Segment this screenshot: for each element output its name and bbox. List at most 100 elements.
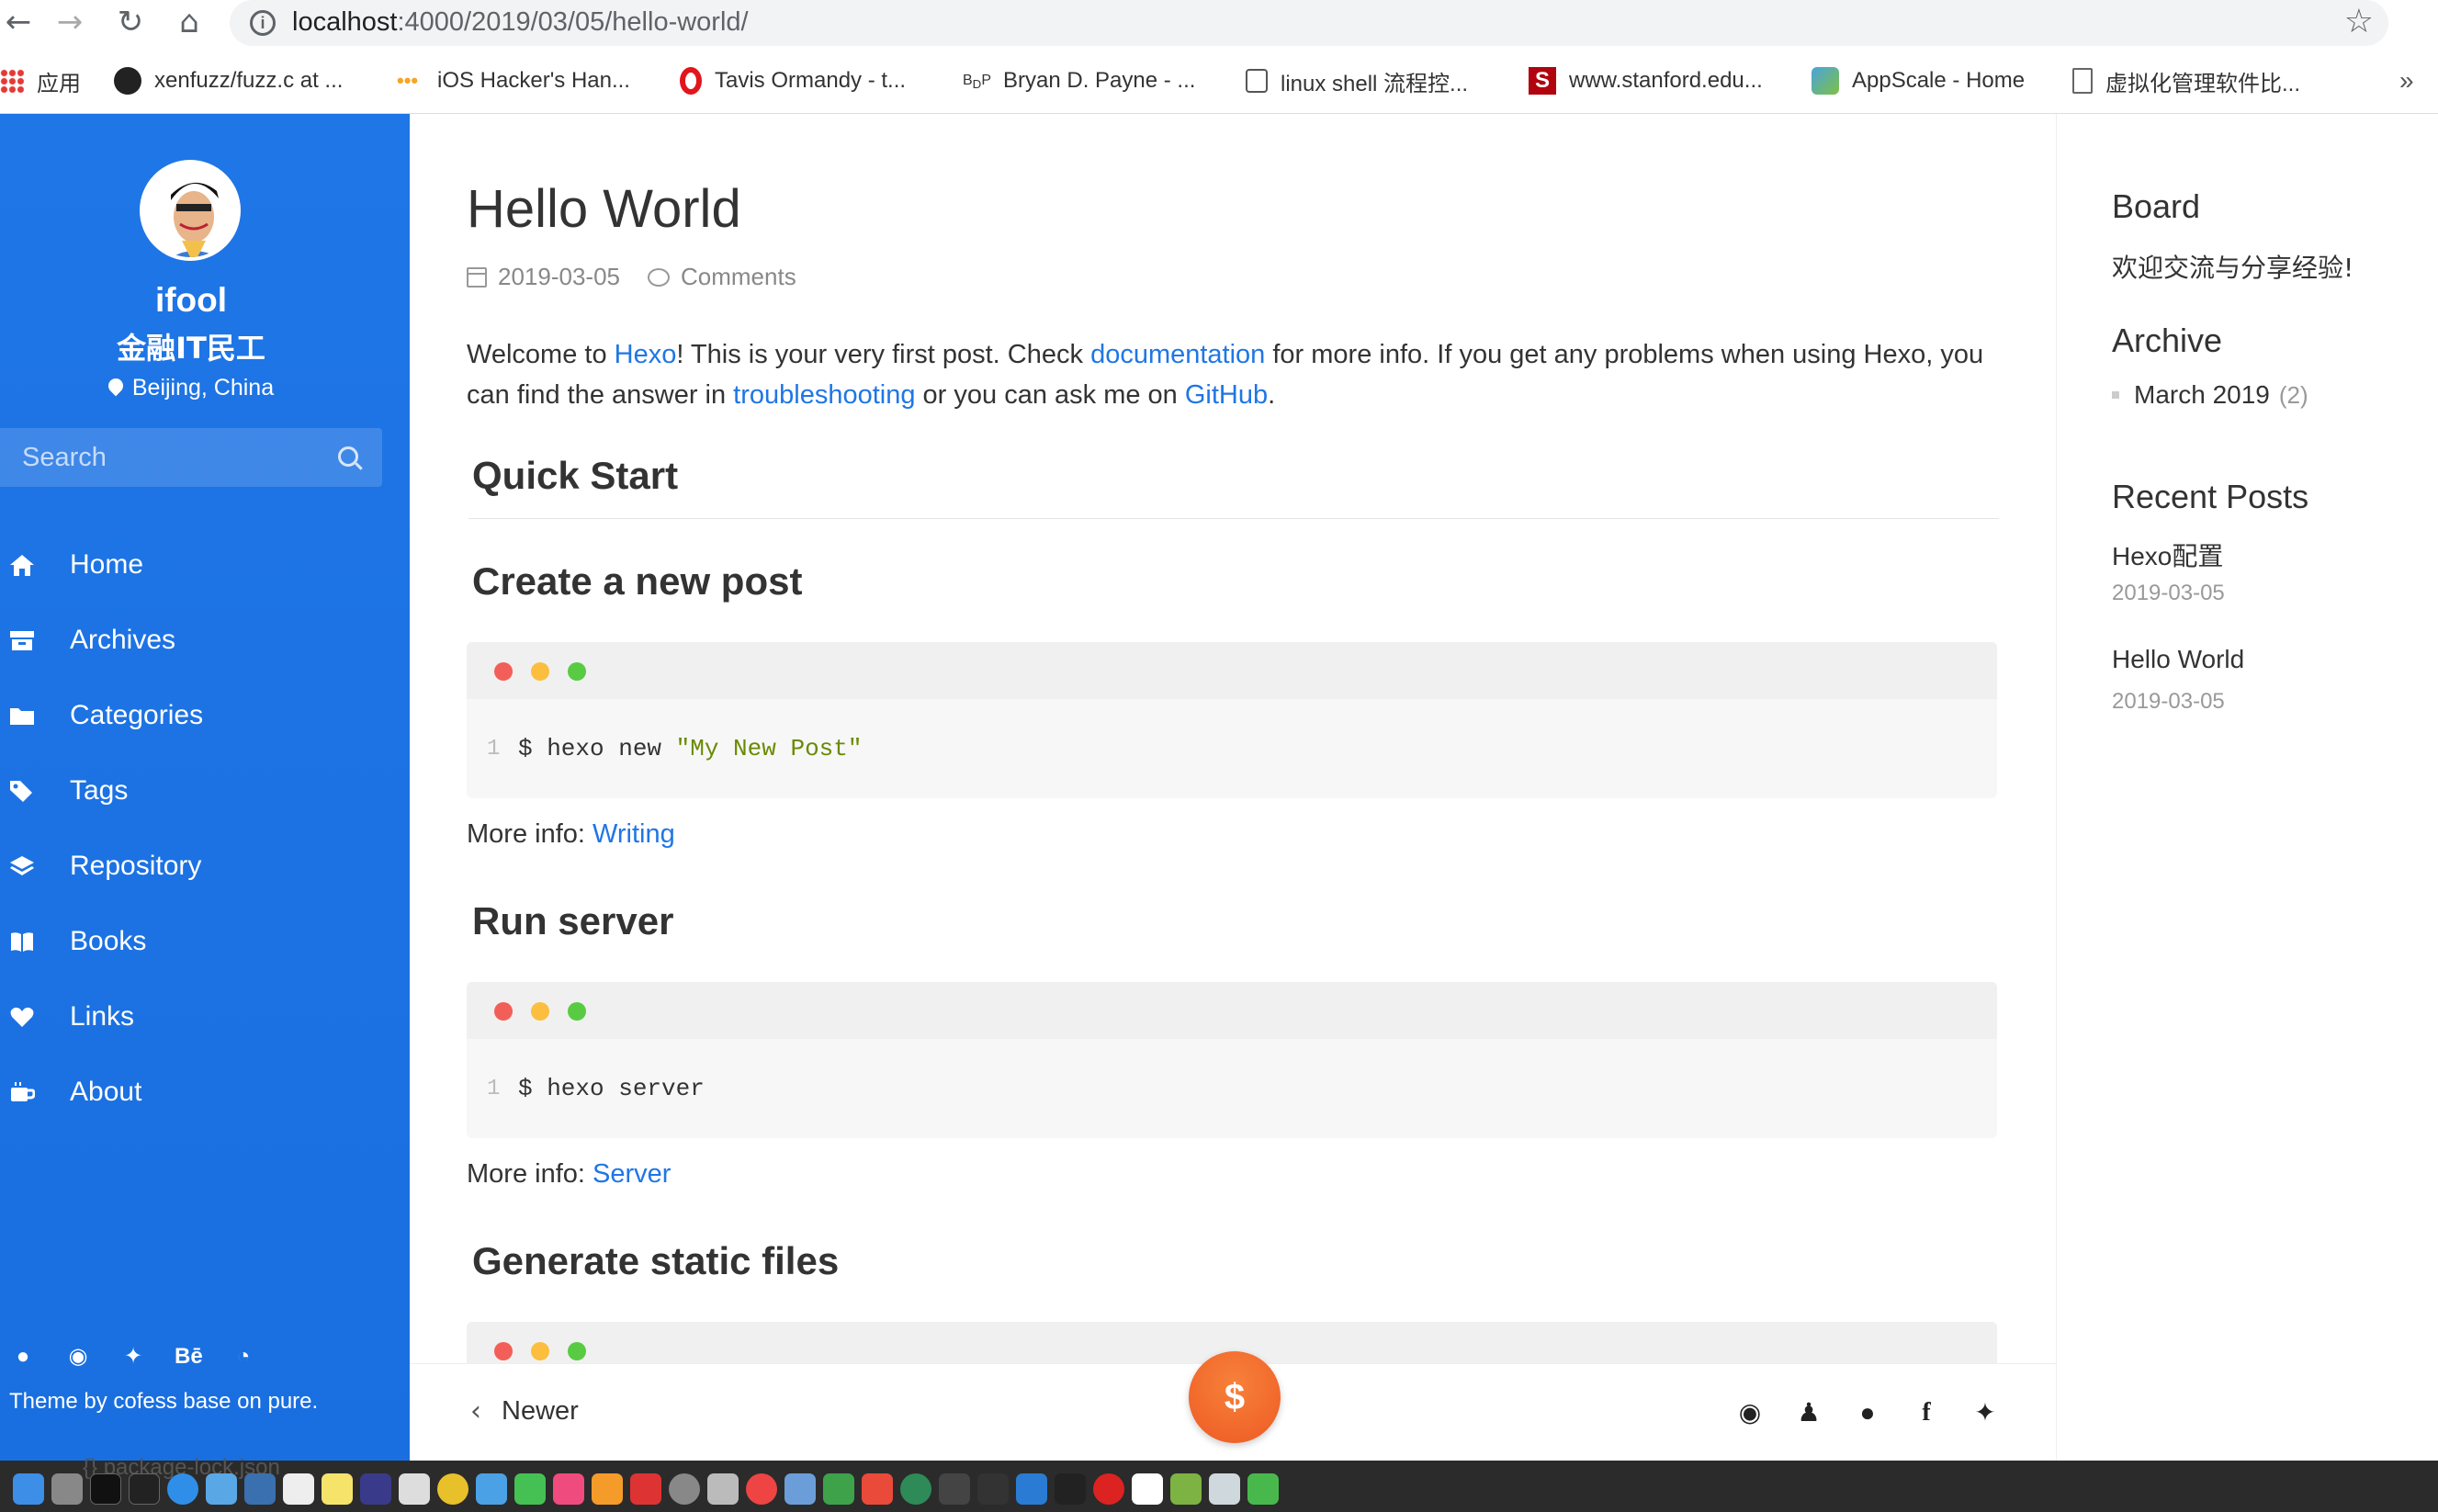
line-number: 1 <box>487 737 501 762</box>
url-text[interactable]: localhost:4000/2019/03/05/hello-world/ <box>292 7 749 38</box>
sidebar-item-books[interactable]: Books <box>0 904 410 979</box>
behance-icon[interactable]: Bē <box>175 1343 203 1371</box>
heading-run-server: Run server <box>472 899 674 942</box>
recent-post-link[interactable]: Hello World <box>2112 645 2244 674</box>
vscode-icon[interactable] <box>1016 1473 1047 1505</box>
weibo-icon[interactable]: ◉ <box>1734 1397 1766 1428</box>
sidebar-item-categories[interactable]: Categories <box>0 678 410 753</box>
chrome-icon[interactable] <box>437 1473 468 1505</box>
post-date: 2019-03-05 <box>498 263 620 290</box>
site-name[interactable]: ifool <box>0 281 382 320</box>
newer-post-link[interactable]: ‹ Newer <box>470 1395 579 1427</box>
android-icon[interactable] <box>1170 1473 1202 1505</box>
github-icon[interactable]: ● <box>9 1343 37 1371</box>
recent-post-link[interactable]: Hexo配置 <box>2112 536 2223 573</box>
app-icon[interactable] <box>862 1473 893 1505</box>
wechat-icon[interactable] <box>1247 1473 1279 1505</box>
messages-icon[interactable] <box>514 1473 546 1505</box>
app-icon[interactable] <box>1055 1473 1086 1505</box>
wechat-icon[interactable]: ● <box>1852 1397 1883 1428</box>
twitter-icon[interactable]: ✦ <box>1970 1397 2001 1428</box>
terminal-icon[interactable] <box>90 1473 121 1505</box>
green-dot-icon <box>568 1342 586 1360</box>
books-icon[interactable] <box>592 1473 623 1505</box>
calendar-icon[interactable] <box>283 1473 314 1505</box>
bookmark-item[interactable]: linux shell 流程控... <box>1246 62 1468 99</box>
link-server[interactable]: Server <box>593 1159 671 1189</box>
sidebar: ifool 金融IT民工 Beijing, China Home Archive… <box>0 114 410 1461</box>
sidebar-item-links[interactable]: Links <box>0 979 410 1055</box>
settings-icon[interactable] <box>669 1473 700 1505</box>
archive-icon <box>10 631 34 650</box>
comments-link[interactable]: Comments <box>681 263 796 291</box>
chrome-icon[interactable] <box>746 1473 777 1505</box>
music-icon[interactable] <box>553 1473 584 1505</box>
avatar[interactable] <box>140 160 241 261</box>
terminal-icon[interactable] <box>129 1473 160 1505</box>
archive-item[interactable]: March 2019 (2) <box>2112 380 2308 410</box>
bookmark-apps[interactable]: 应用 <box>0 62 81 99</box>
app-icon[interactable] <box>1132 1473 1163 1505</box>
home-button[interactable]: ⌂ <box>171 2 208 42</box>
finder-icon[interactable] <box>13 1473 44 1505</box>
rss-icon[interactable]: ◔ <box>230 1343 257 1371</box>
app-icon[interactable] <box>476 1473 507 1505</box>
link-github[interactable]: GitHub <box>1185 380 1268 410</box>
link-hexo[interactable]: Hexo <box>615 340 677 369</box>
recent-posts-title: Recent Posts <box>2112 478 2309 515</box>
sidebar-item-home[interactable]: Home <box>0 527 410 603</box>
sidebar-social-links: ● ◉ ✦ Bē ◔ <box>9 1343 257 1371</box>
link-writing[interactable]: Writing <box>593 819 675 849</box>
sidebar-item-about[interactable]: About <box>0 1055 410 1130</box>
app-icon[interactable] <box>244 1473 276 1505</box>
link-documentation[interactable]: documentation <box>1090 340 1265 369</box>
link-troubleshooting[interactable]: troubleshooting <box>733 380 915 410</box>
sidebar-item-repository[interactable]: Repository <box>0 829 410 904</box>
sidebar-item-tags[interactable]: Tags <box>0 753 410 829</box>
forward-button[interactable]: → <box>51 2 88 42</box>
app-icon[interactable] <box>1209 1473 1240 1505</box>
safari-icon[interactable] <box>167 1473 198 1505</box>
bookmark-item[interactable]: S www.stanford.edu... <box>1529 62 1763 99</box>
app-icon[interactable] <box>360 1473 391 1505</box>
app-icon[interactable] <box>939 1473 970 1505</box>
photos-icon[interactable] <box>399 1473 430 1505</box>
bookmark-item[interactable]: BDP Bryan D. Payne - ... <box>963 62 1195 99</box>
heading-quick-start: Quick Start <box>472 454 679 497</box>
bookmark-star-icon[interactable]: ☆ <box>2344 3 2374 40</box>
bookmark-item[interactable]: AppScale - Home <box>1812 62 2025 99</box>
search-input[interactable] <box>22 439 316 476</box>
preview-icon[interactable] <box>206 1473 237 1505</box>
qq-icon[interactable]: ♟ <box>1793 1397 1824 1428</box>
bookmark-item[interactable]: Tavis Ormandy - t... <box>680 62 906 99</box>
launchpad-icon[interactable] <box>51 1473 83 1505</box>
weibo-icon[interactable]: ◉ <box>64 1343 92 1371</box>
post-intro: Welcome to Hexo! This is your very first… <box>467 340 1984 410</box>
bookmark-item[interactable]: xenfuzz/fuzz.c at ... <box>114 62 343 99</box>
bookmark-item[interactable]: 虚拟化管理软件比... <box>2072 62 2300 99</box>
twitter-icon[interactable]: ✦ <box>119 1343 147 1371</box>
heart-icon <box>10 1007 34 1027</box>
right-sidebar: Board 欢迎交流与分享经验! Archive March 2019 (2) … <box>2056 114 2438 1461</box>
app-icon[interactable] <box>823 1473 854 1505</box>
donate-button[interactable]: $ <box>1189 1351 1281 1443</box>
reload-button[interactable]: ↻ <box>112 2 149 42</box>
bookmarks-overflow-button[interactable]: » <box>2399 62 2414 99</box>
app-icon[interactable] <box>630 1473 661 1505</box>
app-icon[interactable] <box>900 1473 931 1505</box>
document-icon <box>2072 68 2093 94</box>
bookmark-item[interactable]: ••• iOS Hacker's Han... <box>397 62 630 99</box>
info-icon[interactable]: i <box>250 10 276 36</box>
facebook-icon[interactable]: f <box>1911 1397 1942 1428</box>
app-icon[interactable] <box>784 1473 816 1505</box>
notes-icon[interactable] <box>322 1473 353 1505</box>
sidebar-item-archives[interactable]: Archives <box>0 603 410 678</box>
app-icon[interactable] <box>707 1473 739 1505</box>
home-icon <box>10 555 34 576</box>
address-bar[interactable]: i localhost:4000/2019/03/05/hello-world/… <box>230 0 2388 46</box>
app-icon[interactable] <box>1093 1473 1124 1505</box>
search-icon[interactable] <box>338 446 358 467</box>
app-icon[interactable] <box>977 1473 1009 1505</box>
back-button[interactable]: ← <box>0 2 37 42</box>
opera-icon <box>680 67 702 95</box>
